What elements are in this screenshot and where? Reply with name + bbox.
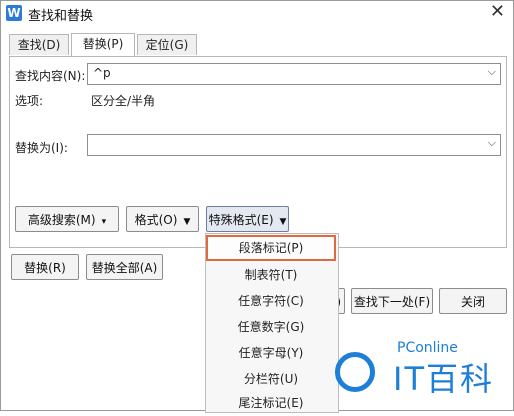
tab-replace[interactable]: 替换(P) <box>71 33 135 56</box>
menu-item-tab-char[interactable]: 制表符(T) <box>206 262 336 288</box>
chevron-down-icon[interactable]: ⌵ <box>488 65 496 79</box>
special-format-menu: 段落标记(P) 制表符(T) 任意字符(C) 任意数字(G) 任意字母(Y) 分… <box>205 233 339 413</box>
menu-item-any-digit[interactable]: 任意数字(G) <box>206 314 336 340</box>
options-label: 选项: <box>15 94 44 108</box>
tab-goto[interactable]: 定位(G) <box>137 34 197 55</box>
magnifier-logo-icon <box>335 352 375 392</box>
watermark-brand-big: IT百科 <box>393 360 494 398</box>
tab-find[interactable]: 查找(D) <box>9 34 69 55</box>
find-label: 查找内容(N): <box>15 69 86 83</box>
menu-item-paragraph-mark[interactable]: 段落标记(P) <box>206 235 336 261</box>
menu-item-column-break[interactable]: 分栏符(U) <box>206 366 336 392</box>
close-window-icon[interactable]: ✕ <box>490 2 505 22</box>
menu-item-any-char[interactable]: 任意字符(C) <box>206 288 336 314</box>
find-next-button[interactable]: 查找下一处(F) <box>351 288 433 314</box>
special-format-button[interactable]: 特殊格式(E) ▼ <box>206 206 289 232</box>
advanced-search-label: 高级搜索(M) <box>27 213 96 227</box>
replace-input[interactable]: ⌵ <box>87 134 501 156</box>
replace-button[interactable]: 替换(R) <box>11 254 79 280</box>
menu-item-endnote-mark[interactable]: 尾注标记(E) <box>206 390 336 416</box>
double-chevron-down-icon: ▾ <box>101 217 107 227</box>
replace-label: 替换为(I): <box>15 141 68 155</box>
format-button[interactable]: 格式(O) ▼ <box>126 206 199 232</box>
wps-app-icon: W <box>6 5 22 21</box>
menu-item-any-letter[interactable]: 任意字母(Y) <box>206 340 336 366</box>
special-format-label: 特殊格式(E) <box>208 213 274 227</box>
chevron-down-icon[interactable]: ⌵ <box>488 136 496 150</box>
format-label: 格式(O) <box>134 213 178 227</box>
title-bar: W 查找和替换 ✕ <box>1 1 513 25</box>
advanced-search-button[interactable]: 高级搜索(M) ▾ <box>15 206 119 232</box>
caret-down-icon: ▼ <box>183 217 191 227</box>
close-button[interactable]: 关闭 <box>439 288 507 314</box>
pconline-watermark: PConline IT百科 <box>335 340 505 406</box>
window-title: 查找和替换 <box>28 9 94 24</box>
find-input[interactable]: ^p ⌵ <box>87 63 501 85</box>
find-input-value: ^p <box>93 66 111 80</box>
replace-all-button[interactable]: 替换全部(A) <box>86 254 163 280</box>
options-value: 区分全/半角 <box>91 94 156 108</box>
caret-down-icon: ▼ <box>279 217 287 227</box>
